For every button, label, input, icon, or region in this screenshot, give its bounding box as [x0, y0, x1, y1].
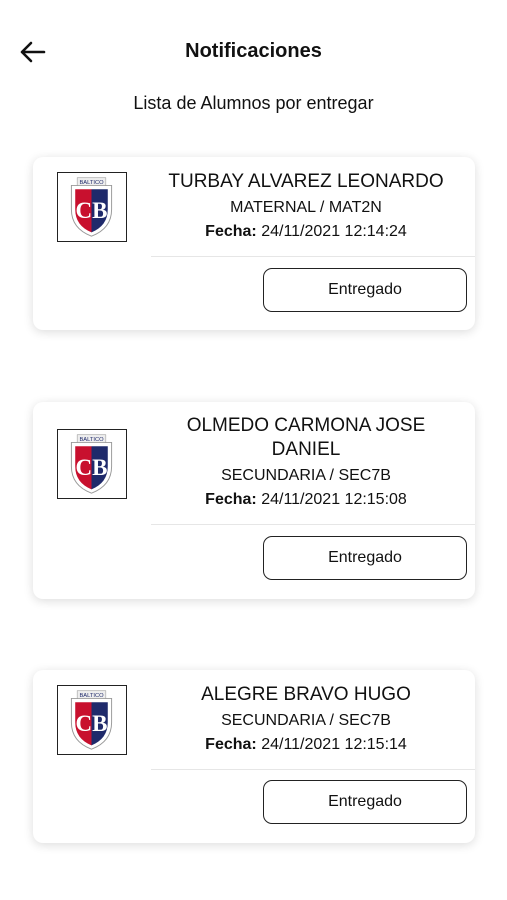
student-card: CB BALTICO ALEGRE BRAVO HUGO SECUNDARIA … — [33, 670, 475, 843]
student-name: TURBAY ALVAREZ LEONARDO — [168, 171, 444, 192]
entregado-button[interactable]: Entregado — [263, 780, 467, 824]
date-label: Fecha: — [205, 223, 257, 240]
divider — [151, 524, 475, 525]
svg-text:CB: CB — [76, 455, 108, 480]
student-date: Fecha: 24/11/2021 12:15:14 — [151, 733, 461, 757]
student-date: Fecha: 24/11/2021 12:14:24 — [151, 220, 461, 244]
student-level: SECUNDARIA / SEC7B — [221, 467, 391, 484]
school-logo: CB BALTICO — [57, 429, 127, 499]
page-title: Notificaciones — [185, 40, 322, 62]
date-value: 24/11/2021 12:15:14 — [261, 736, 407, 753]
student-info: ALEGRE BRAVO HUGO SECUNDARIA / SEC7B Fec… — [151, 683, 461, 757]
list-subtitle: Lista de Alumnos por entregar — [133, 93, 374, 113]
student-card: CB BALTICO TURBAY ALVAREZ LEONARDO MATER… — [33, 157, 475, 330]
student-info: OLMEDO CARMONA JOSE DANIEL SECUNDARIA / … — [151, 414, 461, 512]
school-logo: CB BALTICO — [57, 172, 127, 242]
date-value: 24/11/2021 12:15:08 — [261, 491, 407, 508]
header: Notificaciones Lista de Alumnos por entr… — [0, 0, 507, 113]
student-card: CB BALTICO OLMEDO CARMONA JOSE DANIEL SE… — [33, 402, 475, 599]
entregado-button[interactable]: Entregado — [263, 268, 467, 312]
date-value: 24/11/2021 12:14:24 — [261, 223, 407, 240]
date-label: Fecha: — [205, 491, 257, 508]
entregado-button[interactable]: Entregado — [263, 536, 467, 580]
svg-text:BALTICO: BALTICO — [79, 180, 104, 186]
date-label: Fecha: — [205, 736, 257, 753]
school-logo: CB BALTICO — [57, 685, 127, 755]
svg-text:BALTICO: BALTICO — [79, 437, 104, 443]
student-level: MATERNAL / MAT2N — [230, 199, 382, 216]
student-info: TURBAY ALVAREZ LEONARDO MATERNAL / MAT2N… — [151, 170, 461, 244]
divider — [151, 256, 475, 257]
student-name: OLMEDO CARMONA JOSE DANIEL — [186, 415, 426, 460]
svg-text:BALTICO: BALTICO — [79, 693, 104, 699]
student-level: SECUNDARIA / SEC7B — [221, 712, 391, 729]
student-date: Fecha: 24/11/2021 12:15:08 — [151, 488, 461, 512]
student-name: ALEGRE BRAVO HUGO — [201, 684, 411, 705]
divider — [151, 769, 475, 770]
svg-text:CB: CB — [76, 198, 108, 223]
svg-text:CB: CB — [76, 711, 108, 736]
